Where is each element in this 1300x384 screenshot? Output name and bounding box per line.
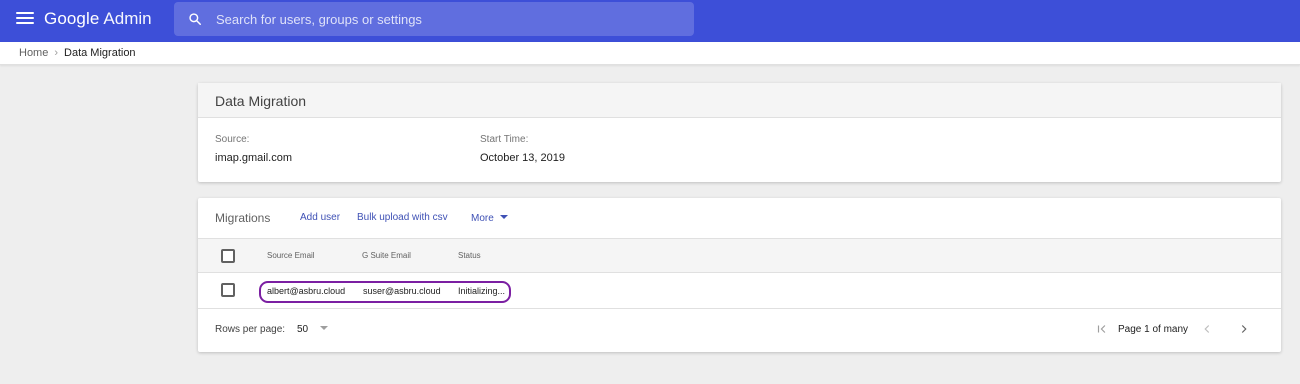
migrations-title: Migrations	[215, 211, 271, 225]
brand-admin: Admin	[103, 9, 152, 28]
chevron-left-icon	[1204, 325, 1210, 333]
dropdown-caret-icon	[320, 326, 329, 330]
add-user-button[interactable]: Add user	[300, 212, 340, 223]
previous-page-button[interactable]	[1198, 320, 1216, 338]
column-header-gsuite-email[interactable]: G Suite Email	[362, 251, 411, 260]
breadcrumb-separator: ›	[54, 47, 59, 59]
rows-per-page-label: Rows per page:	[215, 324, 286, 335]
top-app-bar: Google Admin	[0, 0, 1300, 42]
source-label: Source:	[215, 134, 250, 145]
brand-google: Google	[44, 9, 100, 28]
source-value: imap.gmail.com	[215, 152, 293, 164]
migrations-card: Migrations Add user Bulk upload with csv…	[198, 198, 1281, 352]
search-icon	[189, 13, 201, 25]
start-time-value: October 13, 2019	[480, 152, 566, 164]
next-page-button[interactable]	[1235, 320, 1253, 338]
rows-per-page-value: 50	[297, 324, 309, 335]
breadcrumb: Home › Data Migration	[19, 47, 136, 59]
chevron-right-icon	[1241, 325, 1247, 333]
page-info: Page 1 of many	[1118, 324, 1189, 335]
first-page-button[interactable]	[1093, 320, 1111, 338]
search-bar[interactable]	[174, 2, 694, 36]
table-header: Source Email G Suite Email Status	[198, 238, 1281, 273]
breadcrumb-home[interactable]: Home	[19, 47, 48, 59]
migration-summary-card: Data Migration Source: imap.gmail.com St…	[198, 83, 1281, 182]
select-all-checkbox[interactable]	[221, 249, 235, 263]
breadcrumb-current: Data Migration	[64, 47, 136, 59]
breadcrumb-bar: Home › Data Migration	[0, 42, 1300, 65]
row-checkbox[interactable]	[221, 283, 235, 297]
column-header-source-email[interactable]: Source Email	[267, 251, 315, 260]
search-input[interactable]	[216, 2, 676, 36]
more-label: More	[471, 213, 494, 224]
row-highlight-outline	[259, 281, 511, 303]
summary-card-header: Data Migration	[198, 83, 1281, 118]
dropdown-caret-icon	[499, 215, 508, 219]
rows-per-page-select[interactable]: 50	[297, 324, 329, 335]
app-logo[interactable]: Google Admin	[44, 9, 152, 29]
page-title: Data Migration	[215, 93, 307, 109]
more-menu-button[interactable]: More	[471, 213, 508, 224]
column-header-status[interactable]: Status	[458, 251, 481, 260]
start-time-label: Start Time:	[480, 134, 529, 145]
bulk-upload-button[interactable]: Bulk upload with csv	[357, 212, 448, 223]
menu-icon[interactable]	[16, 12, 34, 30]
first-page-icon	[1097, 325, 1106, 333]
